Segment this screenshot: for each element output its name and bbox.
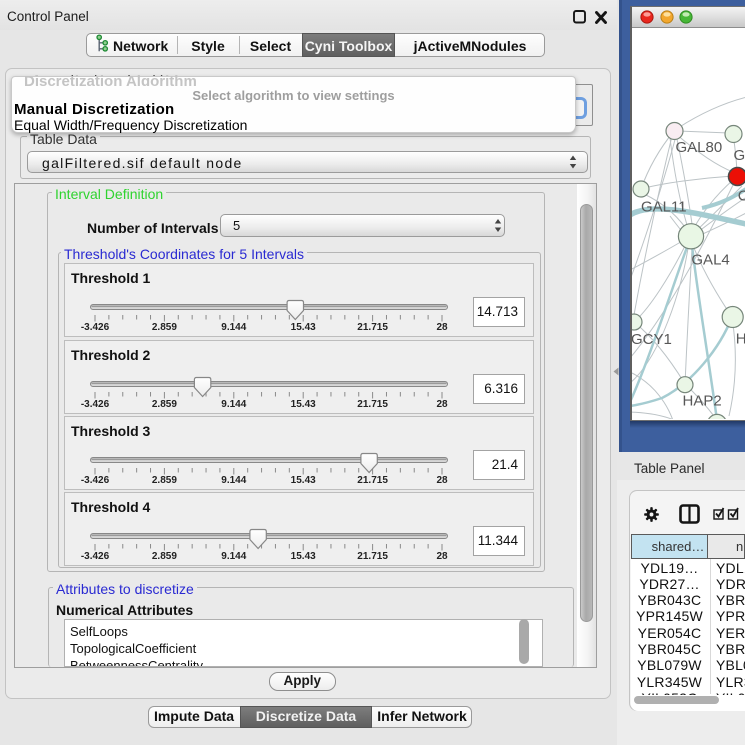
svg-text:GCY1: GCY1: [632, 331, 672, 348]
svg-text:GAL11: GAL11: [641, 199, 687, 216]
svg-text:GAL80: GAL80: [676, 139, 723, 156]
svg-text:GAL4: GAL4: [691, 252, 729, 269]
svg-text:GAL8: GAL8: [734, 147, 745, 164]
svg-text:HIS: HIS: [736, 331, 745, 348]
svg-text:HAP2: HAP2: [683, 393, 722, 410]
svg-text:C: C: [738, 188, 745, 205]
